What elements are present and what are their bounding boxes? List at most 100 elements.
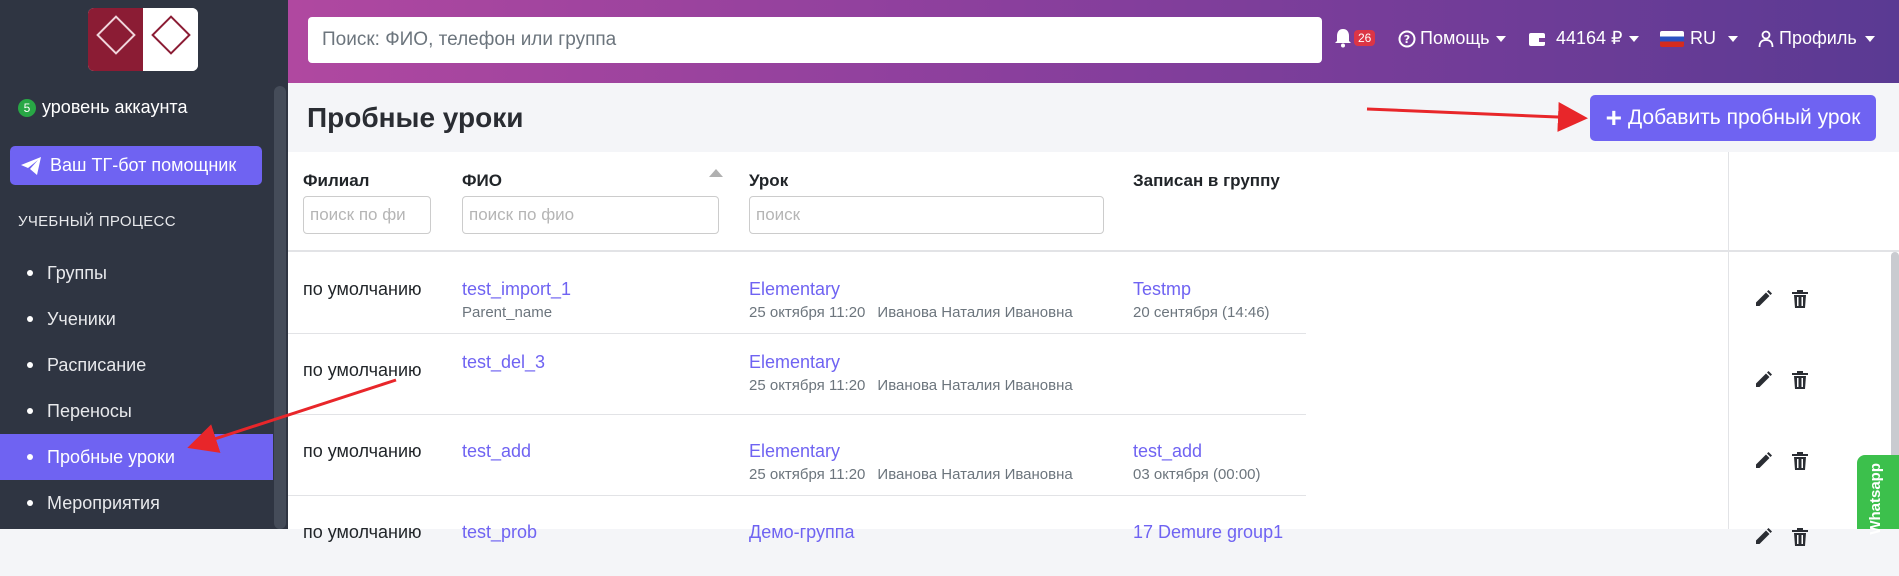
trash-icon[interactable] [1791, 527, 1809, 547]
branch-filter-input[interactable] [303, 196, 431, 234]
trash-icon[interactable] [1791, 451, 1809, 471]
column-header-group[interactable]: Записан в группу [1133, 171, 1280, 191]
logo-left-panel [88, 8, 143, 71]
group-date: 03 октября (00:00) [1133, 466, 1261, 483]
lesson-meta: 25 октября 11:20 Иванова Наталия Ивановна [749, 304, 1073, 321]
student-name-link[interactable]: test_add [462, 441, 531, 462]
teacher-name: Иванова Наталия Ивановна [877, 466, 1073, 483]
pencil-icon[interactable] [1753, 370, 1773, 390]
lesson-link[interactable]: Elementary [749, 279, 840, 300]
sidebar-item-events[interactable]: Мероприятия [0, 480, 273, 526]
actions-column-divider [1728, 152, 1729, 529]
bullet-icon [27, 316, 33, 322]
teacher-name: Иванова Наталия Ивановна [877, 377, 1073, 394]
cell-branch: по умолчанию [303, 279, 422, 299]
sidebar-item-label: Переносы [47, 400, 132, 421]
trash-icon[interactable] [1791, 370, 1809, 390]
company-logo[interactable] [88, 8, 198, 71]
pencil-icon[interactable] [1753, 289, 1773, 309]
sidebar-item-label: Группы [47, 262, 107, 283]
group-link[interactable]: test_add [1133, 441, 1202, 462]
notifications-button[interactable]: 26 [1334, 28, 1376, 48]
table-row: по умолчанию test_prob Демо-группа 17 De… [288, 495, 1306, 576]
lesson-link[interactable]: Elementary [749, 441, 840, 462]
account-level-badge: 5 [18, 98, 36, 117]
wallet-icon [1529, 32, 1545, 46]
fio-filter-input[interactable] [462, 196, 719, 234]
lesson-filter-input[interactable] [749, 196, 1104, 234]
student-name-link[interactable]: test_del_3 [462, 352, 545, 373]
student-name-link[interactable]: test_prob [462, 522, 537, 543]
sidebar-item-label: Пробные уроки [47, 446, 175, 467]
trial-lessons-table: Филиал ФИО Урок Записан в группу по умол… [288, 152, 1899, 546]
group-link[interactable]: 17 Demure group1 [1133, 522, 1283, 543]
page-title: Пробные уроки [307, 102, 524, 133]
whatsapp-widget-button[interactable]: Whatsapp [1857, 455, 1899, 535]
pencil-icon[interactable] [1753, 527, 1773, 547]
tg-bot-label: Ваш ТГ-бот помощник [50, 155, 237, 175]
lesson-meta: 25 октября 11:20 Иванова Наталия Ивановна [749, 377, 1073, 394]
language-menu[interactable]: RU [1660, 28, 1738, 49]
cube-logo-icon [151, 15, 191, 55]
search-input[interactable] [308, 17, 1322, 63]
table-row: по умолчанию test_import_1 Parent_name E… [288, 252, 1306, 334]
chevron-down-icon [1864, 35, 1875, 42]
row-actions [1753, 365, 1823, 395]
bullet-icon [27, 270, 33, 276]
sidebar-item-reschedules[interactable]: Переносы [0, 388, 273, 434]
add-trial-lesson-button[interactable]: + Добавить пробный урок [1590, 95, 1876, 141]
chevron-down-icon [1628, 35, 1639, 42]
section-title-learning: УЧЕБНЫЙ ПРОЦЕСС [18, 213, 176, 230]
trash-icon[interactable] [1791, 289, 1809, 309]
student-name-link[interactable]: test_import_1 [462, 279, 571, 300]
paper-plane-icon [21, 156, 41, 175]
profile-menu[interactable]: Профиль [1758, 28, 1875, 49]
sidebar-item-groups[interactable]: Группы [0, 250, 273, 296]
whatsapp-label: Whatsapp [1867, 463, 1884, 535]
sidebar-item-schedule[interactable]: Расписание [0, 342, 273, 388]
bullet-icon [27, 408, 33, 414]
bullet-icon [27, 500, 33, 506]
sidebar-item-students[interactable]: Ученики [0, 296, 273, 342]
sidebar-scrollbar[interactable] [274, 86, 286, 529]
balance-menu[interactable]: 44164 ₽ [1528, 28, 1639, 49]
lesson-link[interactable]: Elementary [749, 352, 840, 373]
lesson-link[interactable]: Демо-группа [749, 522, 854, 543]
account-level[interactable]: 5 уровень аккаунта [18, 97, 187, 118]
column-header-branch[interactable]: Филиал [303, 171, 369, 191]
russia-flag-icon [1660, 30, 1684, 47]
parent-name: Parent_name [462, 304, 553, 321]
top-bar: 26 ? Помощь 44164 ₽ RU Профиль [288, 0, 1899, 83]
balance-value: 44164 ₽ [1556, 28, 1623, 48]
chevron-down-icon [1728, 35, 1738, 42]
help-menu[interactable]: ? Помощь [1398, 28, 1506, 49]
tg-bot-button[interactable]: Ваш ТГ-бот помощник [10, 146, 262, 185]
group-link[interactable]: Testmp [1133, 279, 1191, 300]
plus-icon: + [1605, 102, 1622, 133]
svg-text:?: ? [1404, 33, 1410, 46]
help-label: Помощь [1420, 28, 1490, 48]
pencil-icon[interactable] [1753, 451, 1773, 471]
sidebar-item-label: Мероприятия [47, 492, 160, 513]
column-header-lesson[interactable]: Урок [749, 171, 788, 191]
profile-label: Профиль [1779, 28, 1857, 48]
lesson-date: 25 октября 11:20 [749, 377, 866, 394]
row-actions [1753, 522, 1823, 552]
group-date: 20 сентября (14:46) [1133, 304, 1270, 321]
column-header-fio[interactable]: ФИО [462, 171, 502, 191]
table-row: по умолчанию test_del_3 Elementary 25 ок… [288, 333, 1306, 415]
lesson-meta: 25 октября 11:20 Иванова Наталия Ивановна [749, 466, 1073, 483]
row-actions [1753, 446, 1823, 476]
logo-right-panel [143, 8, 198, 71]
sort-ascending-icon[interactable] [709, 169, 723, 177]
notifications-count-badge: 26 [1354, 30, 1376, 46]
question-circle-icon: ? [1398, 30, 1416, 47]
cell-branch: по умолчанию [303, 441, 422, 461]
teacher-name: Иванова Наталия Ивановна [877, 304, 1073, 321]
sidebar-item-label: Ученики [47, 308, 116, 329]
lesson-date: 25 октября 11:20 [749, 304, 866, 321]
add-trial-lesson-label: Добавить пробный урок [1627, 106, 1861, 129]
sidebar-item-trial-lessons[interactable]: Пробные уроки [0, 434, 273, 480]
account-level-label: уровень аккаунта [42, 97, 188, 117]
sidebar-item-label: Расписание [47, 354, 147, 375]
